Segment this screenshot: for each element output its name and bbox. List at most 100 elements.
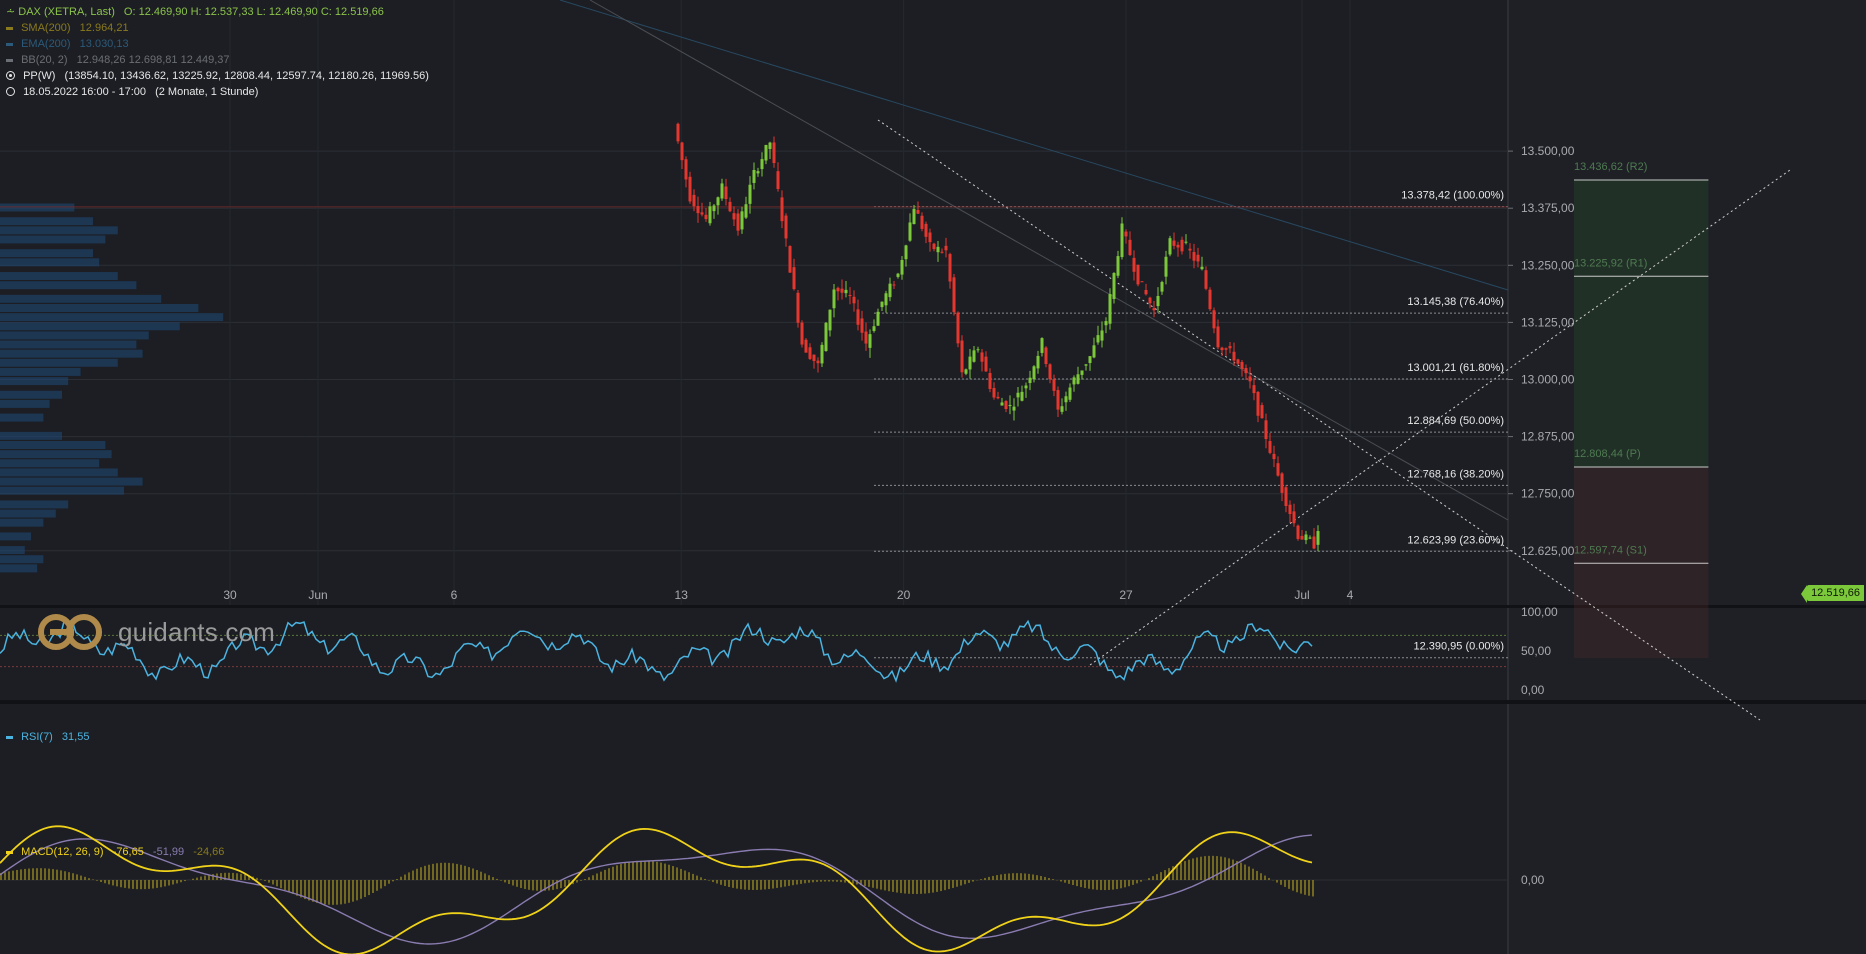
macd-histogram-bar	[100, 880, 102, 883]
macd-histogram-bar	[72, 873, 74, 880]
macd-histogram-bar	[8, 871, 10, 880]
macd-histogram-bar	[620, 864, 622, 880]
guidants-logo-icon	[38, 614, 102, 650]
chart-canvas[interactable]: 13.500,00 13.375,00 13.250,00 13.125,00 13.0…	[0, 0, 1866, 954]
volume-profile-bar	[0, 349, 143, 358]
instrument-name: DAX (XETRA, Last)	[18, 6, 115, 18]
candle-body	[1152, 308, 1156, 311]
macd-histogram-bar	[1260, 873, 1262, 880]
macd-histogram-bar	[32, 868, 34, 880]
macd-histogram-bar	[452, 863, 454, 880]
macd-histogram-bar	[524, 880, 526, 890]
macd-histogram-bar	[1112, 880, 1114, 890]
price-tick-label: 13.375,00	[1521, 201, 1575, 215]
date-tick-label: 6	[451, 588, 458, 602]
candle-body	[1300, 535, 1304, 540]
volume-profile-bar	[0, 226, 118, 235]
macd-histogram-bar	[112, 880, 114, 886]
macd-histogram-bar	[704, 878, 706, 880]
macd-histogram-bar	[528, 880, 530, 890]
ohlc-values: O: 12.469,90 H: 12.537,33 L: 12.469,90 C…	[123, 6, 384, 18]
macd-histogram-bar	[624, 862, 626, 880]
macd-histogram-bar	[1160, 872, 1162, 880]
macd-histogram-bar	[744, 880, 746, 890]
bb-legend[interactable]: BB(20, 2) 12.948,26 12.698,81 12.449,37	[6, 54, 230, 67]
volume-profile-bar	[0, 390, 62, 399]
macd-histogram-bar	[788, 880, 790, 886]
macd-histogram-bar	[68, 872, 70, 880]
candle-body	[1180, 239, 1184, 252]
macd-histogram-bar	[400, 876, 402, 880]
macd-histogram-bar	[532, 880, 534, 891]
macd-histogram-bar	[464, 865, 466, 880]
pp-legend[interactable]: PP(W) (13854.10, 13436.62, 13225.92, 128…	[6, 70, 429, 83]
macd-histogram-bar	[64, 871, 66, 880]
candle-body	[1116, 256, 1120, 276]
pivot-label: 12.808,44 (P)	[1574, 448, 1641, 460]
candle-body	[1168, 238, 1172, 255]
macd-histogram-bar	[1280, 880, 1282, 885]
macd-histogram-bar	[944, 880, 946, 891]
macd-histogram-bar	[432, 863, 434, 880]
macd-histogram-bar	[764, 880, 766, 890]
macd-histogram-bar	[1192, 858, 1194, 880]
macd-histogram-bar	[368, 880, 370, 896]
macd-label: MACD(12, 26, 9)	[21, 846, 104, 858]
macd-swatch-icon	[6, 850, 13, 854]
macd-histogram-bar	[120, 880, 122, 888]
rsi-swatch-icon	[6, 735, 13, 739]
macd-histogram-bar	[160, 880, 162, 888]
volume-profile-bar	[0, 331, 149, 340]
macd-histogram-bar	[272, 880, 274, 885]
candle-body	[752, 169, 756, 183]
ema-legend[interactable]: EMA(200) 13.030,13	[6, 38, 129, 51]
macd-histogram-bar	[1300, 880, 1302, 894]
macd-histogram-bar	[220, 873, 222, 880]
candle-body	[696, 206, 700, 214]
macd-legend[interactable]: MACD(12, 26, 9) -76,65 -51,99 -24,66	[6, 846, 224, 859]
macd-histogram-bar	[232, 872, 234, 880]
candle-body	[1136, 264, 1140, 285]
candle-body	[1020, 391, 1024, 401]
macd-histogram-bar	[956, 880, 958, 887]
macd-histogram-value: -24,66	[193, 846, 225, 858]
macd-histogram-bar	[716, 880, 718, 884]
macd-histogram-bar	[664, 863, 666, 880]
pp-value: (13854.10, 13436.62, 13225.92, 12808.44,…	[64, 70, 429, 82]
ema-value: 13.030,13	[79, 38, 129, 50]
volume-profile-bar	[0, 413, 44, 422]
volume-profile-bar	[0, 249, 93, 258]
macd-histogram-bar	[104, 880, 106, 884]
macd-histogram-bar	[1132, 880, 1134, 885]
macd-histogram-bar	[800, 880, 802, 884]
macd-histogram-bar	[1108, 880, 1110, 890]
volume-profile-bar	[0, 459, 100, 468]
macd-histogram-bar	[596, 873, 598, 880]
rsi-legend[interactable]: RSI(7) 31,55	[6, 731, 89, 744]
macd-histogram-bar	[756, 880, 758, 890]
macd-histogram-bar	[288, 880, 290, 893]
macd-histogram-bar	[480, 871, 482, 880]
time-legend: 18.05.2022 16:00 - 17:00 (2 Monate, 1 St…	[6, 86, 258, 99]
last-price-tag: 12.519,66	[1801, 585, 1864, 603]
volume-profile-bar	[0, 258, 100, 267]
candle-body	[1108, 294, 1112, 324]
volume-profile-bar	[0, 450, 112, 459]
candle-body	[804, 339, 808, 353]
sma-legend[interactable]: SMA(200) 12.964,21	[6, 22, 129, 35]
macd-histogram-bar	[1116, 880, 1118, 890]
macd-histogram-bar	[656, 861, 658, 880]
macd-histogram-bar	[1012, 873, 1014, 880]
macd-histogram-bar	[1296, 880, 1298, 893]
macd-histogram-bar	[88, 878, 90, 880]
pivot-label: 13.436,62 (R2)	[1574, 161, 1647, 173]
macd-histogram-bar	[1208, 855, 1210, 880]
macd-histogram-bar	[1224, 857, 1226, 880]
macd-histogram-bar	[928, 880, 930, 894]
macd-histogram-bar	[512, 880, 514, 886]
macd-histogram-bar	[880, 880, 882, 890]
macd-histogram-bar	[640, 860, 642, 880]
candle-body	[856, 309, 860, 325]
macd-histogram-bar	[588, 877, 590, 880]
macd-value: -76,65	[112, 846, 144, 858]
